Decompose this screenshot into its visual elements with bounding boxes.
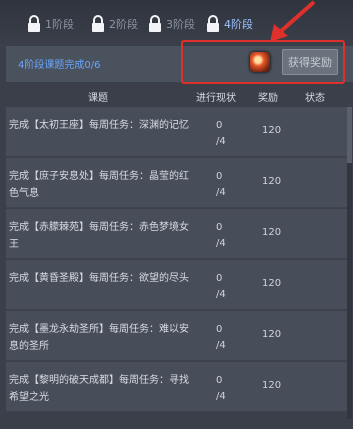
task-description: 完成【庶子安息处】每周任务：晶莹的红色气息 — [9, 171, 189, 199]
progress-value: 0 — [216, 222, 223, 233]
reward-gem-icon — [250, 52, 270, 72]
claim-reward-button[interactable]: 获得奖励 — [282, 49, 338, 75]
tab-stage-2[interactable]: 2阶段 — [91, 13, 138, 35]
table-row: 完成【墨龙永劫圣所】每周任务：难以安息的圣所 0/4 120 — [6, 311, 347, 361]
tab-stage-1[interactable]: 1阶段 — [27, 13, 74, 35]
table-row: 完成【赤朦棘苑】每周任务：赤色梦境女王 0/4 120 — [6, 209, 347, 259]
task-reward: 120 — [262, 125, 282, 136]
task-description: 完成【赤朦棘苑】每周任务：赤色梦境女王 — [9, 222, 189, 250]
progress-value: 0 — [216, 120, 223, 131]
progress-total: /4 — [216, 187, 226, 198]
task-description: 完成【黎明的破天成都】每周任务：寻找希望之光 — [9, 375, 189, 403]
tab-stage-3[interactable]: 3阶段 — [148, 13, 195, 35]
table-row: 完成【黎明的破天成都】每周任务：寻找希望之光 0/4 120 — [6, 362, 347, 412]
column-task: 课题 — [88, 93, 108, 104]
table-row: 完成【太初王座】每周任务：深渊的记忆 0/4 120 — [6, 107, 347, 157]
lock-icon — [91, 15, 105, 33]
progress-value: 0 — [216, 273, 223, 284]
column-progress: 进行现状 — [196, 93, 236, 104]
tab-stage-4[interactable]: 4阶段 — [206, 13, 253, 35]
table-row: 完成【庶子安息处】每周任务：晶莹的红色气息 0/4 120 — [6, 158, 347, 208]
task-reward: 120 — [262, 278, 282, 289]
task-description: 完成【黄昏圣殿】每周任务：欲望的尽头 — [9, 273, 189, 284]
task-progress: 0/4 — [216, 118, 238, 150]
progress-total: /4 — [216, 340, 226, 351]
lock-icon — [148, 15, 162, 33]
lock-icon — [206, 15, 220, 33]
progress-total: /4 — [216, 136, 226, 147]
lock-icon — [27, 15, 41, 33]
scrollbar-thumb[interactable] — [347, 107, 352, 163]
stage-progress-text: 4阶段课题完成0/6 — [18, 60, 101, 71]
progress-total: /4 — [216, 289, 226, 300]
progress-value: 0 — [216, 171, 223, 182]
tab-stage-1-label: 1阶段 — [45, 18, 74, 31]
task-progress: 0/4 — [216, 322, 238, 354]
task-reward: 120 — [262, 176, 282, 187]
tab-stage-2-label: 2阶段 — [109, 18, 138, 31]
column-reward: 奖励 — [258, 93, 278, 104]
annotation-arrow-icon — [270, 0, 316, 42]
task-progress: 0/4 — [216, 373, 238, 405]
tab-stage-4-label: 4阶段 — [224, 18, 253, 31]
task-description: 完成【墨龙永劫圣所】每周任务：难以安息的圣所 — [9, 324, 189, 352]
table-header: 课题 进行现状 奖励 状态 — [0, 86, 353, 106]
progress-value: 0 — [216, 324, 223, 335]
task-reward: 120 — [262, 329, 282, 340]
table-row: 完成【黄昏圣殿】每周任务：欲望的尽头 0/4 120 — [6, 260, 347, 310]
task-list-scrollbar[interactable] — [347, 107, 352, 419]
progress-value: 0 — [216, 375, 223, 386]
progress-total: /4 — [216, 238, 226, 249]
task-description: 完成【太初王座】每周任务：深渊的记忆 — [9, 120, 189, 131]
task-reward: 120 — [262, 227, 282, 238]
task-progress: 0/4 — [216, 169, 238, 201]
task-progress: 0/4 — [216, 271, 238, 303]
progress-total: /4 — [216, 391, 226, 402]
task-reward: 120 — [262, 380, 282, 391]
tab-stage-3-label: 3阶段 — [166, 18, 195, 31]
column-status: 状态 — [305, 93, 325, 104]
task-progress: 0/4 — [216, 220, 238, 252]
